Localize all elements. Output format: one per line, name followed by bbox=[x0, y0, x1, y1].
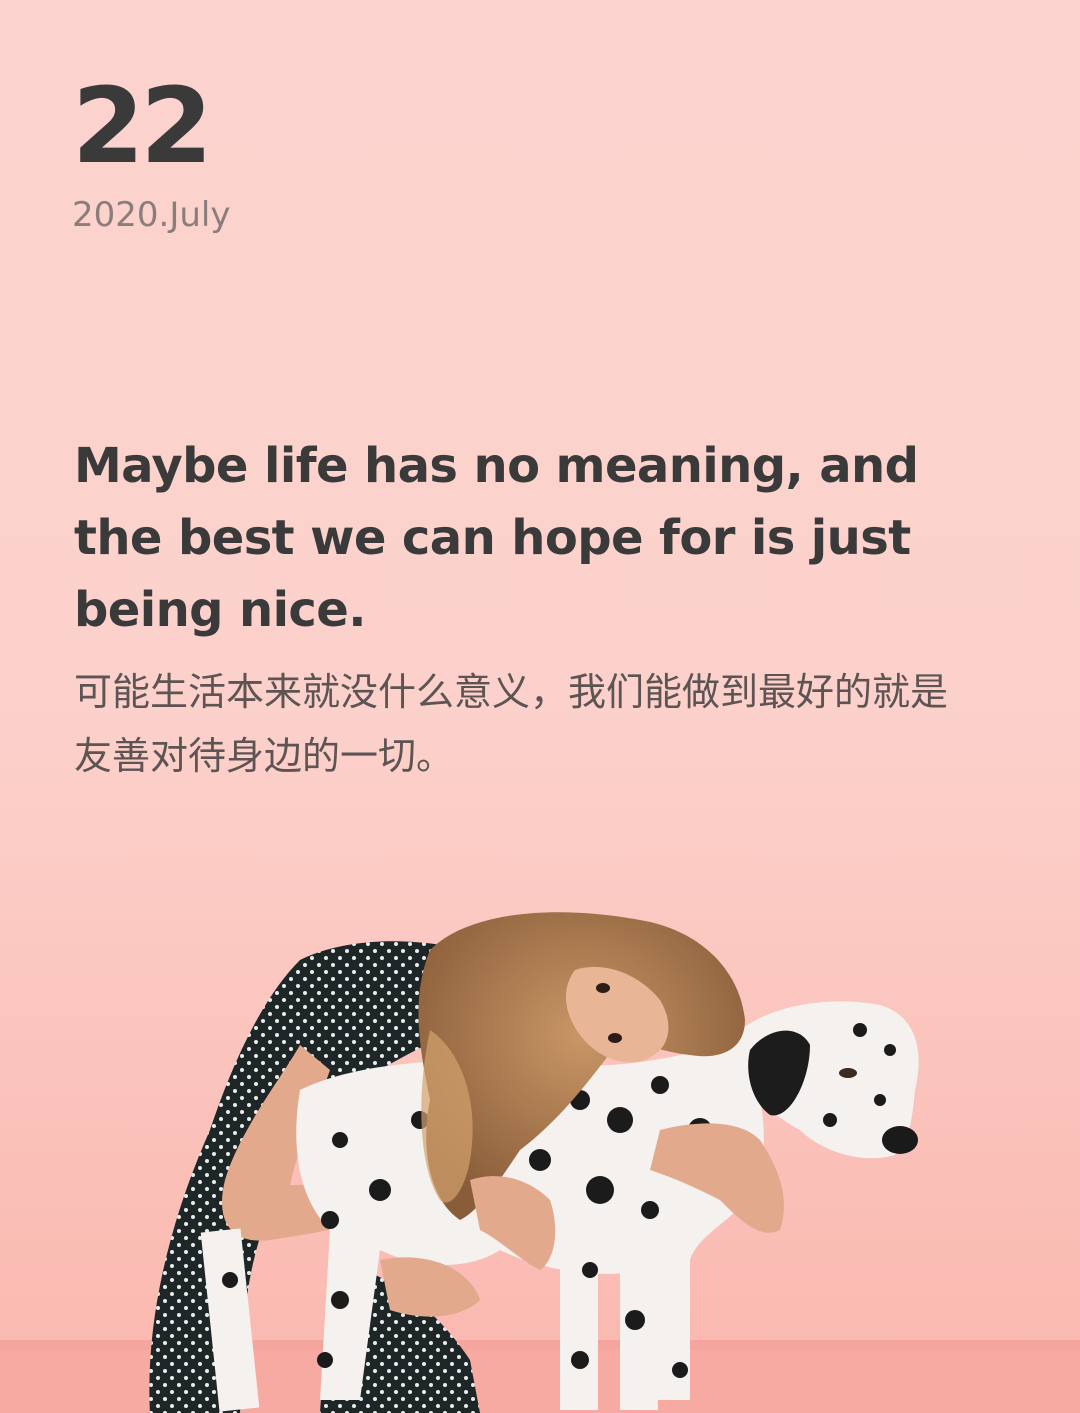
daily-quote-card: 22 2020.July Maybe life has no meaning, … bbox=[0, 0, 1080, 1413]
day-number: 22 bbox=[72, 65, 213, 187]
quote-chinese: 可能生活本来就没什么意义，我们能做到最好的就是友善对待身边的一切。 bbox=[74, 670, 949, 778]
month-year-label: 2020.July bbox=[72, 195, 231, 235]
woman-hugging-dalmatian-photo bbox=[0, 912, 1080, 1413]
quote-english: Maybe life has no meaning, and the best … bbox=[74, 438, 919, 638]
